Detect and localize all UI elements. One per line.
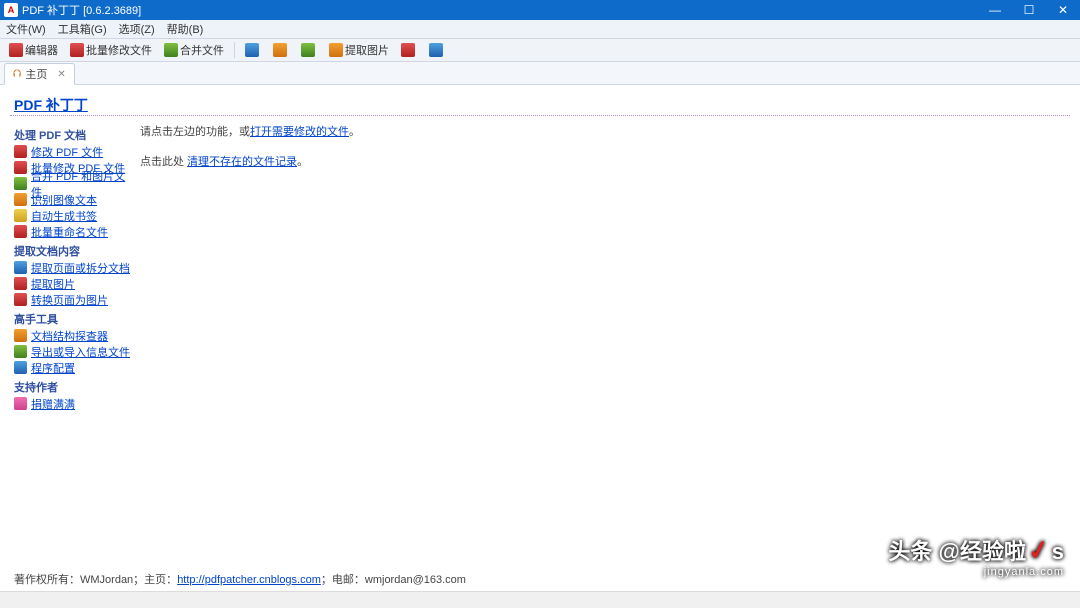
link-page-to-image[interactable]: 转换页面为图片 bbox=[31, 292, 108, 308]
link-modify-pdf[interactable]: 修改 PDF 文件 bbox=[31, 144, 103, 160]
content-area: PDF 补丁丁 处理 PDF 文档 修改 PDF 文件 批量修改 PDF 文件 … bbox=[0, 85, 1080, 591]
page-title[interactable]: PDF 补丁丁 bbox=[14, 95, 88, 115]
menu-bar: 文件(W) 工具箱(G) 选项(Z) 帮助(B) bbox=[0, 20, 1080, 39]
link-open-file[interactable]: 打开需要修改的文件 bbox=[250, 126, 349, 138]
toolbar-separator bbox=[234, 42, 235, 58]
intro-suffix: 。 bbox=[349, 126, 360, 138]
menu-tools[interactable]: 工具箱(G) bbox=[58, 21, 107, 37]
link-rename[interactable]: 批量重命名文件 bbox=[31, 224, 108, 240]
tool-extract-images[interactable]: 提取图片 bbox=[324, 40, 394, 60]
tool-editor-label: 编辑器 bbox=[25, 42, 58, 58]
app-icon: A bbox=[4, 3, 18, 17]
menu-file[interactable]: 文件(W) bbox=[6, 21, 46, 37]
title-bar: A PDF 补丁丁 [0.6.2.3689] — ☐ ✕ bbox=[0, 0, 1080, 20]
batch-icon bbox=[70, 43, 84, 57]
config-icon bbox=[14, 361, 27, 374]
tab-strip: ⮉ 主页 ✕ bbox=[0, 62, 1080, 85]
section-support-head: 支持作者 bbox=[14, 379, 134, 395]
section-process-head: 处理 PDF 文档 bbox=[14, 127, 134, 143]
rename-icon bbox=[14, 225, 27, 238]
inspector-icon bbox=[14, 329, 27, 342]
link-bookmarks[interactable]: 自动生成书签 bbox=[31, 208, 97, 224]
toolbar: 编辑器 批量修改文件 合并文件 提取图片 bbox=[0, 39, 1080, 62]
link-clear-records[interactable]: 清理不存在的文件记录 bbox=[187, 156, 297, 168]
link-inspector[interactable]: 文档结构探查器 bbox=[31, 328, 108, 344]
divider bbox=[10, 115, 1070, 116]
link-ocr[interactable]: 识别图像文本 bbox=[31, 192, 97, 208]
merge-icon bbox=[14, 177, 27, 190]
tool-extract-label: 提取图片 bbox=[345, 42, 389, 58]
close-button[interactable]: ✕ bbox=[1046, 0, 1080, 20]
export-icon bbox=[14, 345, 27, 358]
extract-img-icon bbox=[14, 277, 27, 290]
tool-batch[interactable]: 批量修改文件 bbox=[65, 40, 157, 60]
link-donate[interactable]: 捐赠满满 bbox=[31, 396, 75, 412]
section-extract-head: 提取文档内容 bbox=[14, 243, 134, 259]
footer: 著作权所有：WMJordan；主页：http://pdfpatcher.cnbl… bbox=[14, 571, 466, 587]
sidebar: 处理 PDF 文档 修改 PDF 文件 批量修改 PDF 文件 合并 PDF 和… bbox=[14, 123, 134, 412]
split-icon bbox=[14, 261, 27, 274]
footer-email-prefix: ；电邮： bbox=[321, 574, 365, 586]
tool-icon-5[interactable] bbox=[424, 40, 450, 60]
menu-options[interactable]: 选项(Z) bbox=[119, 21, 155, 37]
pdf-icon bbox=[14, 145, 27, 158]
tab-home-label: 主页 bbox=[25, 66, 47, 82]
section-advanced-head: 高手工具 bbox=[14, 311, 134, 327]
misc-icon-1 bbox=[401, 43, 415, 57]
tool-merge[interactable]: 合并文件 bbox=[159, 40, 229, 60]
window-buttons: — ☐ ✕ bbox=[978, 0, 1080, 20]
minimize-button[interactable]: — bbox=[978, 0, 1012, 20]
tool-icon-3[interactable] bbox=[296, 40, 322, 60]
doc-icon bbox=[245, 43, 259, 57]
home-icon: ⮉ bbox=[13, 68, 21, 81]
misc-icon-2 bbox=[429, 43, 443, 57]
refresh-icon bbox=[301, 43, 315, 57]
page-img-icon bbox=[14, 293, 27, 306]
footer-copy: 著作权所有：WMJordan；主页： bbox=[14, 574, 177, 586]
main-panel: 请点击左边的功能，或打开需要修改的文件。 点击此处 清理不存在的文件记录。 bbox=[140, 123, 1066, 183]
donate-icon bbox=[14, 397, 27, 410]
tab-home[interactable]: ⮉ 主页 ✕ bbox=[4, 63, 75, 85]
image-icon bbox=[329, 43, 343, 57]
pdf-icon bbox=[14, 161, 27, 174]
tool-batch-label: 批量修改文件 bbox=[86, 42, 152, 58]
footer-email: wmjordan@163.com bbox=[365, 574, 466, 586]
maximize-button[interactable]: ☐ bbox=[1012, 0, 1046, 20]
window-title: PDF 补丁丁 [0.6.2.3689] bbox=[22, 2, 978, 18]
clear-line: 点击此处 清理不存在的文件记录。 bbox=[140, 153, 1066, 169]
tool-icon-2[interactable] bbox=[268, 40, 294, 60]
ocr-icon bbox=[14, 193, 27, 206]
bookmark-icon bbox=[14, 209, 27, 222]
link-config[interactable]: 程序配置 bbox=[31, 360, 75, 376]
link-homepage[interactable]: http://pdfpatcher.cnblogs.com bbox=[177, 574, 321, 586]
intro-line: 请点击左边的功能，或打开需要修改的文件。 bbox=[140, 123, 1066, 139]
tool-merge-label: 合并文件 bbox=[180, 42, 224, 58]
editor-icon bbox=[9, 43, 23, 57]
tab-close-icon[interactable]: ✕ bbox=[57, 69, 65, 80]
link-split[interactable]: 提取页面或拆分文档 bbox=[31, 260, 130, 276]
tool-editor[interactable]: 编辑器 bbox=[4, 40, 63, 60]
clear-prefix: 点击此处 bbox=[140, 156, 187, 168]
merge-icon bbox=[164, 43, 178, 57]
link-extract-images[interactable]: 提取图片 bbox=[31, 276, 75, 292]
intro-prefix: 请点击左边的功能，或 bbox=[140, 126, 250, 138]
tool-icon-4[interactable] bbox=[396, 40, 422, 60]
status-bar bbox=[0, 591, 1080, 608]
menu-help[interactable]: 帮助(B) bbox=[167, 21, 204, 37]
tool-icon-1[interactable] bbox=[240, 40, 266, 60]
clear-suffix: 。 bbox=[297, 156, 308, 168]
folder-icon bbox=[273, 43, 287, 57]
link-export-info[interactable]: 导出或导入信息文件 bbox=[31, 344, 130, 360]
